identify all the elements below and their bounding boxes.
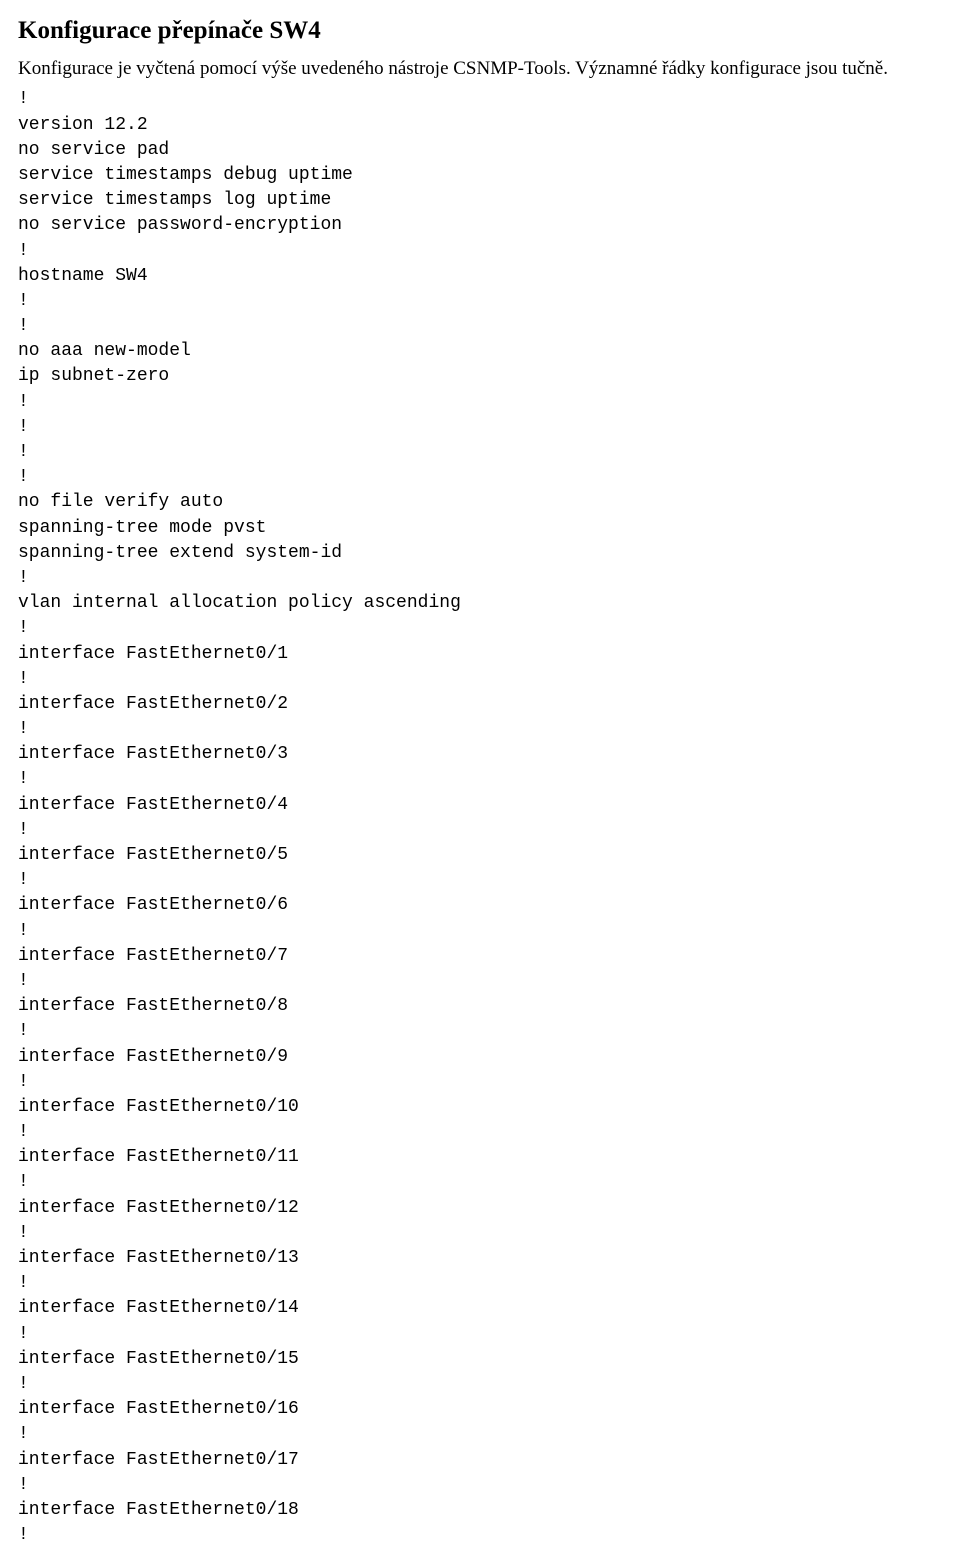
- intro-text: Konfigurace je vyčtená pomocí výše uvede…: [18, 56, 942, 82]
- page-title: Konfigurace přepínače SW4: [18, 14, 942, 48]
- config-block: ! version 12.2 no service pad service ti…: [18, 87, 942, 1548]
